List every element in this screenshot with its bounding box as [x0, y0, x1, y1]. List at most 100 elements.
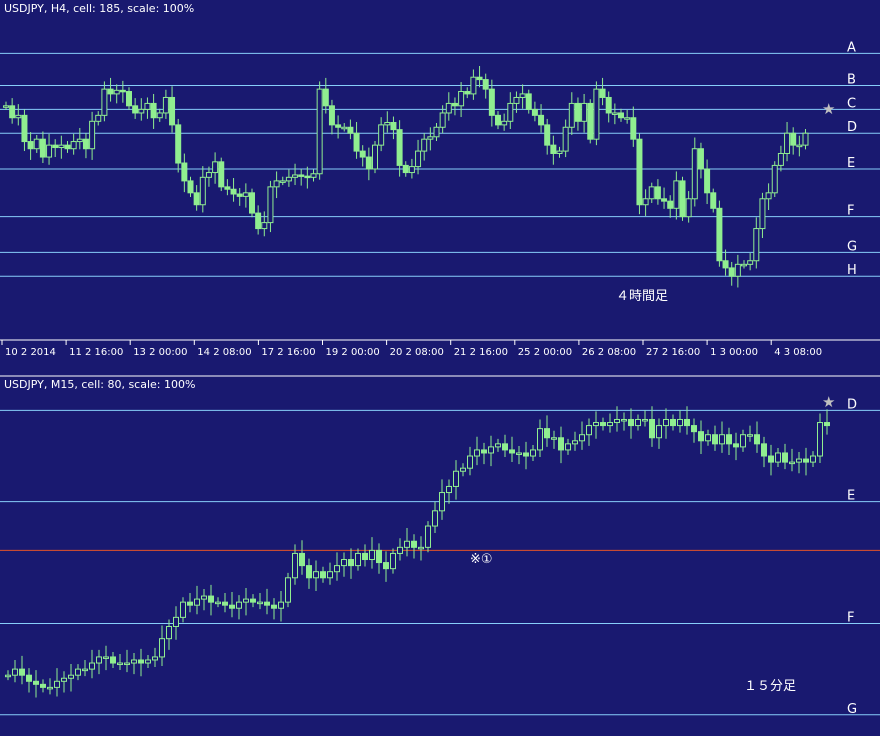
time-axis-label: 17 2 16:00 [261, 347, 315, 358]
top-candle-body [187, 180, 194, 194]
top-candle-body [89, 120, 96, 150]
top-candle-body [212, 161, 219, 174]
bottom-candle-body [572, 440, 578, 445]
top-candle-body [193, 192, 200, 206]
top-candle-body [181, 162, 188, 182]
top-candle-body [765, 192, 772, 200]
bottom-candle-body [810, 455, 816, 463]
bottom-candle-body [733, 443, 739, 448]
top-candle-body [365, 156, 372, 170]
top-candle-body [759, 198, 766, 230]
top-candle-body [150, 102, 157, 119]
bottom-candle-body [222, 601, 228, 606]
bottom-candle-body [117, 662, 123, 666]
bottom-candle-body [439, 492, 445, 512]
bottom-candle-body [712, 434, 718, 445]
bottom-chart-header: USDJPY, M15, cell: 80, scale: 100% [4, 378, 195, 391]
top-candle-body [421, 138, 428, 152]
bottom-candle-body [474, 449, 480, 457]
top-candle-body [33, 138, 40, 150]
bottom-level-label-f: F [847, 610, 854, 625]
top-candle-body [784, 132, 791, 154]
bottom-candle-body [467, 455, 473, 469]
bottom-candle-body [292, 552, 298, 579]
top-candle-body [58, 144, 65, 149]
top-candle-body [802, 132, 809, 146]
top-candle-body [39, 138, 46, 158]
bottom-candle-body [558, 437, 564, 451]
top-candle-body [101, 88, 108, 116]
bottom-candle-body [628, 418, 634, 427]
top-candle-body [796, 144, 803, 148]
top-candle-body [218, 161, 225, 188]
bottom-candle-body [607, 422, 613, 427]
bottom-candle-body [740, 434, 746, 448]
top-candle-body [335, 124, 342, 128]
top-candle-body [224, 186, 231, 190]
top-candle-body [76, 138, 83, 143]
bottom-candle-body [159, 638, 165, 658]
bottom-candle-body [187, 601, 193, 606]
top-candle-body [556, 150, 563, 154]
time-axis-strip [0, 340, 880, 376]
bottom-candle-body [768, 455, 774, 463]
top-candle-body [439, 112, 446, 128]
top-panel-background [0, 0, 880, 340]
top-candle-body [470, 76, 477, 95]
bottom-candle-body [453, 470, 459, 487]
top-candle-body [328, 105, 335, 126]
bottom-candle-body [264, 601, 270, 606]
time-axis-label: 25 2 00:00 [518, 347, 572, 358]
top-candle-body [519, 93, 526, 98]
bottom-candle-body [397, 546, 403, 554]
bottom-candle-body [236, 601, 242, 609]
top-level-label-a: A [847, 40, 856, 55]
bottom-candle-body [635, 418, 641, 427]
time-axis-label: 19 2 00:00 [326, 347, 380, 358]
top-candle-body [64, 144, 71, 150]
top-candle-body [279, 180, 286, 183]
top-candle-body [205, 172, 212, 178]
bottom-candle-body [663, 418, 669, 427]
top-candle-body [538, 114, 545, 126]
top-candle-body [488, 88, 495, 116]
top-level-label-c: C [847, 96, 856, 111]
top-candle-body [704, 168, 711, 194]
time-axis-label: 26 2 08:00 [582, 347, 636, 358]
top-candle-body [445, 102, 452, 114]
top-candle-body [476, 76, 483, 81]
time-axis-label: 13 2 00:00 [133, 347, 187, 358]
top-candle-body [95, 114, 102, 122]
bottom-candle-body [488, 446, 494, 454]
top-candle-body [685, 198, 692, 218]
top-candle-body [347, 126, 354, 134]
bottom-candle-body [334, 565, 340, 573]
top-candle-body [771, 164, 778, 194]
top-star-marker: ★ [822, 100, 835, 118]
top-candle-body [132, 105, 139, 114]
top-candle-body [316, 88, 323, 175]
bottom-candle-body [565, 443, 571, 451]
bottom-candle-body [411, 540, 417, 548]
top-candle-body [562, 126, 569, 152]
bottom-candle-body [621, 418, 627, 422]
top-candle-body [169, 96, 176, 126]
top-candle-body [230, 188, 237, 195]
bottom-candle-body [642, 418, 648, 422]
top-candle-body [624, 117, 631, 120]
bottom-level-label-g: G [847, 702, 857, 717]
bottom-candle-body [551, 437, 557, 440]
top-candle-body [3, 105, 9, 108]
top-candle-body [464, 91, 471, 95]
bottom-candle-body [47, 686, 53, 690]
top-candle-body [372, 144, 378, 170]
bottom-candle-body [670, 418, 676, 427]
top-candle-body [531, 108, 538, 116]
top-candle-body [630, 117, 637, 140]
time-axis-label: 14 2 08:00 [197, 347, 251, 358]
bottom-candle-body [754, 434, 760, 445]
bottom-candle-body [789, 461, 795, 465]
bottom-candle-body [369, 549, 375, 561]
top-level-label-f: F [847, 204, 854, 219]
top-candle-body [162, 96, 169, 114]
